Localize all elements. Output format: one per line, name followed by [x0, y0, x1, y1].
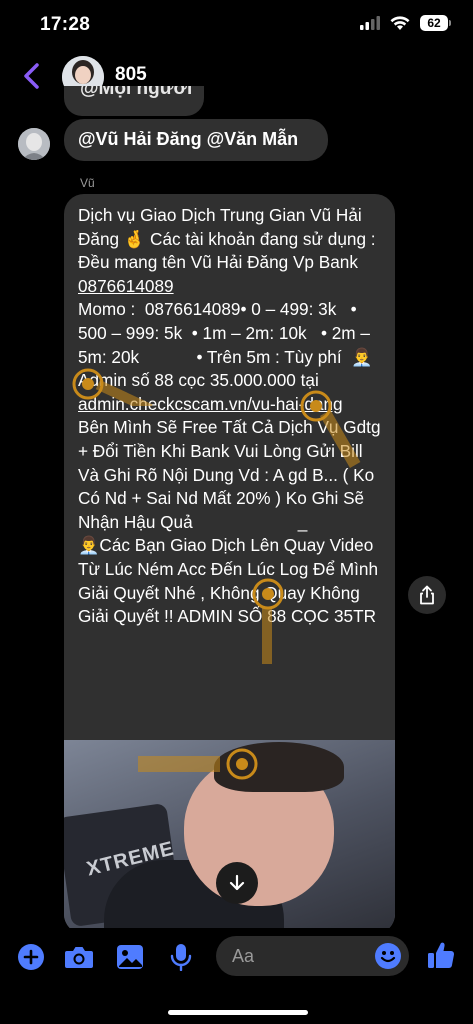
smiley-icon [380, 951, 396, 963]
sender-name-label: Vũ [80, 176, 95, 190]
message-input[interactable] [232, 944, 372, 968]
sender-avatar-icon [18, 128, 50, 160]
plus-circle-icon [18, 944, 44, 970]
message-bubble-main[interactable]: Dịch vụ Giao Dịch Trung Gian Vũ Hải Đăng… [64, 194, 395, 928]
message-text-part1: Dịch vụ Giao Dịch Trung Gian Vũ Hải Đăng… [78, 205, 381, 273]
message-text-partial: @Mọi người [80, 86, 193, 99]
arrow-down-icon [229, 874, 245, 891]
gallery-button[interactable] [115, 942, 145, 972]
status-time: 17:28 [40, 14, 91, 35]
sender-avatar[interactable] [18, 128, 50, 160]
cellular-signal-icon [360, 16, 380, 30]
message-list[interactable]: @Mọi người @Vũ Hải Đăng @Văn Mẫn Vũ Dịch… [0, 86, 473, 928]
message-input-container[interactable] [216, 936, 409, 976]
website-link[interactable]: admin.checkcscam.vn/vu-hai-dang [78, 394, 343, 414]
scroll-to-bottom-button[interactable] [216, 862, 258, 904]
camera-button[interactable] [64, 942, 94, 972]
message-bubble-partial[interactable]: @Mọi người [64, 86, 204, 116]
microphone-icon [170, 944, 192, 971]
status-icons: 62 [360, 15, 451, 31]
battery-level: 62 [420, 15, 448, 31]
message-main-text: Dịch vụ Giao Dịch Trung Gian Vũ Hải Đăng… [78, 204, 383, 629]
contact-name[interactable]: 805 [115, 64, 147, 86]
share-button[interactable] [408, 576, 446, 614]
emoji-button[interactable] [375, 943, 401, 969]
like-button[interactable] [426, 940, 456, 970]
status-bar: 17:28 62 [0, 0, 473, 50]
message-text-part2: Momo : 0876614089• 0 – 499: 3k • 500 – 9… [78, 299, 373, 391]
message-composer [0, 928, 473, 1024]
message-photo[interactable]: XTREME [64, 740, 395, 928]
thumbs-up-icon [428, 942, 455, 968]
more-actions-button[interactable] [16, 942, 46, 972]
image-icon [117, 945, 143, 969]
voice-message-button[interactable] [166, 942, 196, 972]
message-text-part3: Bên Mình Sẽ Free Tất Cả Dịch Vụ Gdtg + Đ… [78, 417, 381, 627]
share-icon [420, 585, 434, 605]
photo-hair [214, 742, 344, 792]
battery-icon [449, 20, 451, 26]
wifi-icon [390, 15, 410, 30]
message-bubble-mention[interactable]: @Vũ Hải Đăng @Văn Mẫn [64, 119, 328, 161]
camera-icon [65, 947, 93, 968]
home-indicator [168, 1010, 308, 1015]
mention-text: @Vũ Hải Đăng @Văn Mẫn [78, 129, 299, 149]
phone-link[interactable]: 0876614089 [78, 276, 174, 296]
